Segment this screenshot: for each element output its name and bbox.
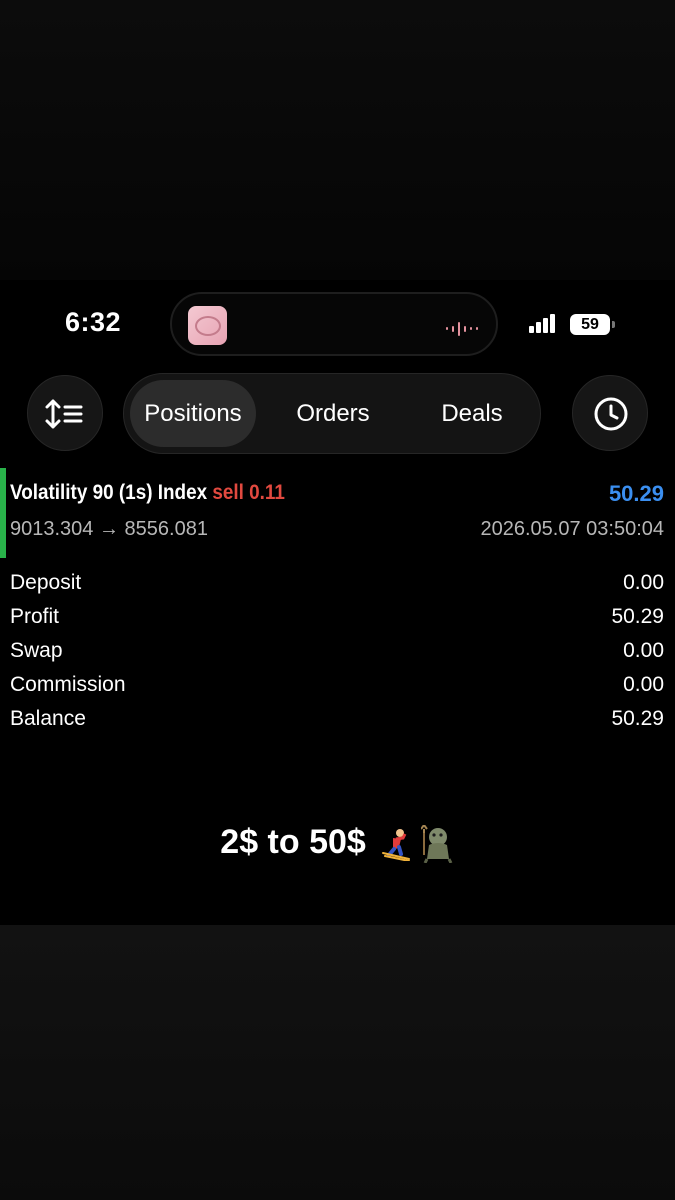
summary-value: 0.00 bbox=[623, 673, 664, 696]
audio-wave-icon bbox=[446, 320, 482, 338]
position-datetime: 2026.05.07 03:50:04 bbox=[480, 518, 664, 540]
caption: 2$ to 50$ bbox=[0, 823, 675, 864]
summary-label: Profit bbox=[10, 605, 60, 628]
summary-value: 50.29 bbox=[611, 707, 664, 730]
summary-value: 0.00 bbox=[623, 639, 664, 662]
tab-positions[interactable]: Positions bbox=[130, 380, 256, 447]
dynamic-island[interactable] bbox=[170, 292, 498, 356]
account-summary: Deposit 0.00 Profit 50.29 Swap 0.00 Comm… bbox=[10, 569, 664, 739]
skier-icon bbox=[382, 829, 411, 862]
album-thumbnail-icon bbox=[188, 306, 227, 345]
signal-bars-icon bbox=[529, 314, 557, 333]
position-profit: 50.29 bbox=[608, 481, 664, 506]
troll-icon bbox=[420, 825, 453, 864]
tab-orders[interactable]: Orders bbox=[270, 380, 396, 447]
position-indicator bbox=[0, 468, 6, 558]
summary-value: 50.29 bbox=[611, 605, 664, 628]
summary-row: Swap 0.00 bbox=[10, 637, 664, 671]
background-bottom bbox=[0, 925, 675, 1200]
history-button[interactable] bbox=[572, 375, 648, 451]
tab-deals[interactable]: Deals bbox=[410, 380, 534, 447]
sort-button[interactable] bbox=[27, 375, 103, 451]
summary-row: Balance 50.29 bbox=[10, 705, 664, 739]
summary-label: Deposit bbox=[10, 571, 82, 594]
summary-row: Deposit 0.00 bbox=[10, 569, 664, 603]
symbol-name: Volatility 90 (1s) Index bbox=[10, 481, 208, 504]
position-prices: 9013.304 → 8556.081 bbox=[10, 518, 208, 540]
trade-side: sell 0.11 bbox=[212, 481, 285, 504]
summary-row: Commission 0.00 bbox=[10, 671, 664, 705]
position-symbol[interactable]: Volatility 90 (1s) Index sell 0.11 bbox=[10, 481, 285, 505]
tab-bar: Positions Orders Deals bbox=[123, 373, 541, 454]
summary-row: Profit 50.29 bbox=[10, 603, 664, 637]
summary-value: 0.00 bbox=[623, 571, 664, 594]
summary-label: Swap bbox=[10, 639, 63, 662]
clock-icon bbox=[594, 397, 628, 431]
battery-tip bbox=[612, 321, 615, 328]
background-top bbox=[0, 0, 675, 280]
status-time: 6:32 bbox=[65, 307, 122, 337]
caption-text: 2$ to 50$ bbox=[220, 823, 366, 861]
sort-icon bbox=[45, 399, 83, 429]
battery-icon: 59 bbox=[570, 314, 610, 335]
summary-label: Balance bbox=[10, 707, 86, 730]
summary-label: Commission bbox=[10, 673, 126, 696]
